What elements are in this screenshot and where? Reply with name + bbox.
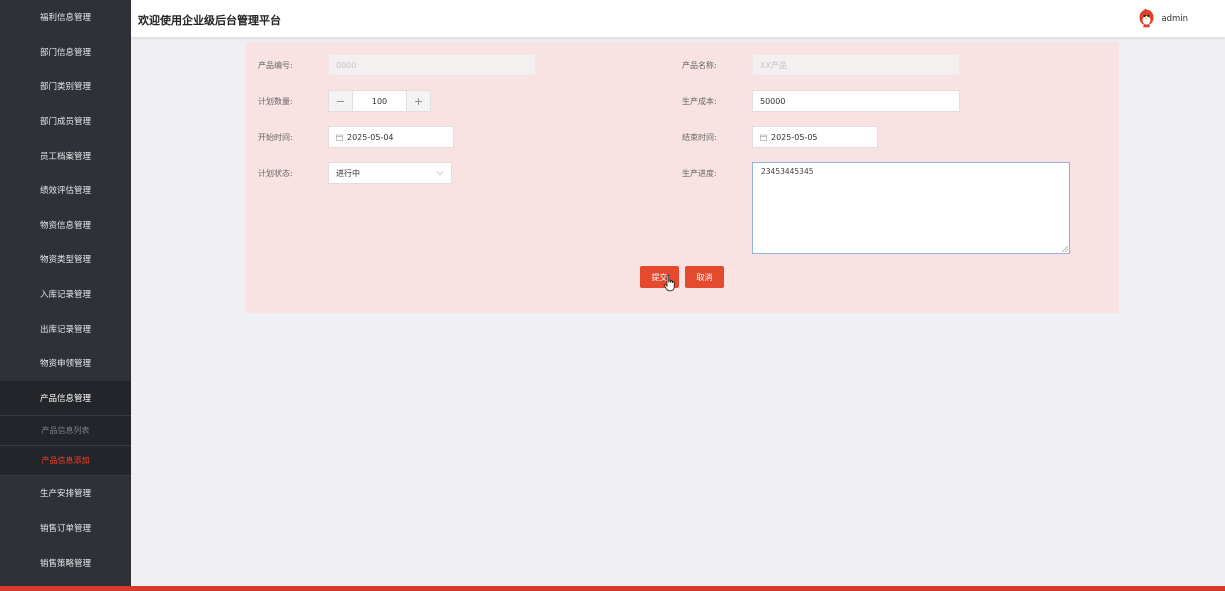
user-menu[interactable]: admin — [1136, 8, 1188, 29]
plan-qty-stepper: − 100 + — [328, 90, 431, 112]
start-date-picker[interactable]: 2025-05-04 — [328, 126, 454, 148]
end-date-picker[interactable]: 2025-05-05 — [752, 126, 878, 148]
sidebar-item-welfare[interactable]: 福利信息管理 — [0, 0, 131, 35]
start-date-value: 2025-05-04 — [347, 132, 394, 142]
sidebar-item-sales-strategy[interactable]: 销售策略管理 — [0, 545, 131, 580]
cancel-button[interactable]: 取消 — [685, 266, 724, 288]
product-no-label: 产品编号: — [258, 61, 293, 70]
bottom-accent-bar — [0, 586, 1225, 591]
end-date-value: 2025-05-05 — [771, 132, 818, 142]
sidebar-item-material-type[interactable]: 物资类型管理 — [0, 242, 131, 277]
sidebar-item-dept-category[interactable]: 部门类别管理 — [0, 69, 131, 104]
calendar-icon — [336, 134, 343, 141]
progress-label: 生产进度: — [682, 169, 717, 178]
page-title: 欢迎使用企业级后台管理平台 — [138, 14, 281, 27]
sidebar-item-dept-info[interactable]: 部门信息管理 — [0, 35, 131, 70]
status-select[interactable]: 进行中 — [328, 162, 452, 184]
plan-qty-value[interactable]: 100 — [353, 91, 406, 111]
submenu-item-product-list[interactable]: 产品信息列表 — [0, 415, 131, 445]
product-no-input[interactable]: 0000 — [328, 54, 536, 76]
sidebar-item-dept-members[interactable]: 部门成员管理 — [0, 104, 131, 139]
username: admin — [1161, 13, 1188, 24]
sidebar-item-production-schedule[interactable]: 生产安排管理 — [0, 476, 131, 511]
product-add-form: 产品编号: 0000 产品名称: XX产品 计划数量: − 100 + 生产成本… — [246, 42, 1119, 313]
start-time-label: 开始时间: — [258, 133, 293, 142]
product-name-input[interactable]: XX产品 — [752, 54, 960, 76]
end-time-label: 结束时间: — [682, 133, 717, 142]
product-name-label: 产品名称: — [682, 61, 717, 70]
hand-cursor-icon — [663, 274, 675, 292]
sidebar-item-material-info[interactable]: 物资信息管理 — [0, 208, 131, 243]
sidebar-item-material-request[interactable]: 物资申领管理 — [0, 346, 131, 381]
avatar-icon — [1139, 8, 1154, 28]
plan-qty-label: 计划数量: — [258, 97, 293, 106]
sidebar-item-outbound[interactable]: 出库记录管理 — [0, 311, 131, 346]
progress-textarea[interactable]: 23453445345 — [752, 162, 1070, 254]
cost-label: 生产成本: — [682, 97, 717, 106]
submenu-item-product-add[interactable]: 产品信息添加 — [0, 445, 131, 477]
sidebar-item-product-info[interactable]: 产品信息管理 — [0, 380, 131, 416]
chevron-down-icon — [436, 171, 444, 176]
product-submenu: 产品信息列表 产品信息添加 — [0, 415, 131, 477]
resize-grip-icon[interactable] — [1062, 246, 1068, 252]
sidebar: 福利信息管理 部门信息管理 部门类别管理 部门成员管理 员工档案管理 绩效评估管… — [0, 0, 131, 586]
sidebar-item-employee-files[interactable]: 员工档案管理 — [0, 138, 131, 173]
sidebar-item-performance[interactable]: 绩效评估管理 — [0, 173, 131, 208]
sidebar-item-inbound[interactable]: 入库记录管理 — [0, 277, 131, 312]
sidebar-item-sales-orders[interactable]: 销售订单管理 — [0, 511, 131, 546]
header: 欢迎使用企业级后台管理平台 admin — [131, 0, 1225, 38]
status-label: 计划状态: — [258, 169, 293, 178]
calendar-icon — [760, 134, 767, 141]
increment-button[interactable]: + — [406, 91, 430, 111]
status-value: 进行中 — [336, 168, 360, 178]
decrement-button[interactable]: − — [329, 91, 353, 111]
progress-value: 23453445345 — [761, 167, 814, 176]
cost-input[interactable]: 50000 — [752, 90, 960, 112]
